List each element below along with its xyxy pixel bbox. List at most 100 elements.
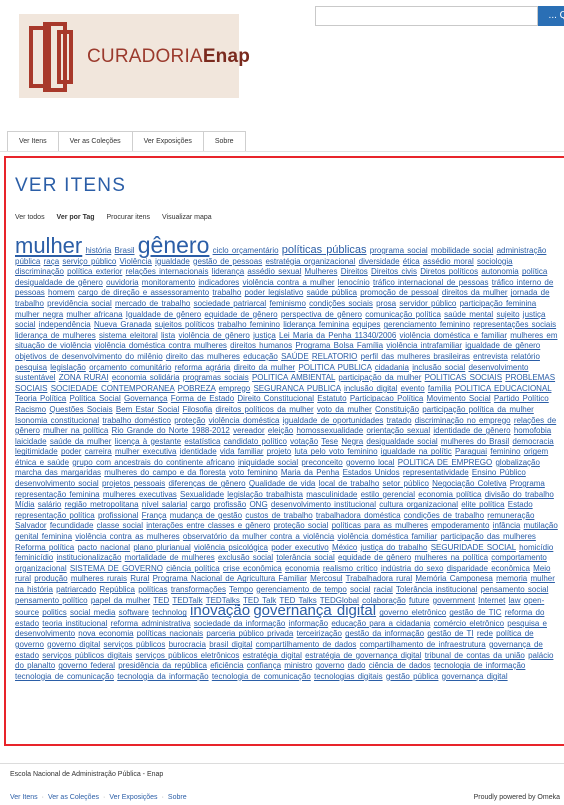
tag-link[interactable]: liderança (212, 267, 244, 276)
tag-link[interactable]: mulheres executivas (103, 490, 177, 499)
tag-link[interactable]: Estatuto (317, 394, 346, 403)
tag-link[interactable]: POLITICA PUBLICA (298, 363, 371, 372)
tag-link[interactable]: elite política (461, 500, 504, 509)
tag-link[interactable]: POLITICAS SOCIAIS (425, 373, 502, 382)
tag-link[interactable]: direitos políticos da mulher (215, 405, 313, 414)
tag-link[interactable]: remuneração (487, 511, 534, 520)
tag-link[interactable]: Racismo (15, 405, 46, 414)
tag-link[interactable]: SAÚDE (281, 352, 309, 361)
tag-link[interactable]: objetivos de desenvolvimento do milênio (15, 352, 163, 361)
tag-link[interactable]: grupo com ancestrais do continente afric… (72, 458, 234, 467)
tag-link[interactable]: masculinidade (306, 490, 357, 499)
tag-link[interactable]: proteção social (274, 521, 329, 530)
tag-link[interactable]: feminino (490, 447, 520, 456)
tag-link[interactable]: mulheres rurais (71, 574, 127, 583)
tag-link[interactable]: violência contra a mulher (243, 278, 335, 287)
tag-link[interactable]: Participacao Política (350, 394, 423, 403)
tag-link[interactable]: violência doméstica (209, 416, 280, 425)
tag-link[interactable]: future (409, 596, 429, 605)
tag-link[interactable]: Rural (130, 574, 149, 583)
tag-link[interactable]: nível salarial (142, 500, 187, 509)
tag-link[interactable]: diferenças de gênero (168, 479, 245, 488)
tag-link[interactable]: ciência política (166, 564, 219, 573)
tag-link[interactable]: legislação trabalhista (227, 490, 303, 499)
tag-link[interactable]: tecnologia de comunicação (212, 672, 311, 681)
tag-link[interactable]: saúde pública (307, 288, 357, 297)
tag-link[interactable]: participação política da mulher (422, 405, 534, 414)
tag-link[interactable]: Programa Nacional de Agricultura Familia… (153, 574, 307, 583)
tag-link[interactable]: disparidade econômica (447, 564, 530, 573)
tag-link-large[interactable]: gênero (138, 232, 210, 258)
tag-link[interactable]: homem (48, 288, 75, 297)
tag-link[interactable]: autonomia (481, 267, 518, 276)
tag-link[interactable]: confiança (247, 661, 281, 670)
tag-link[interactable]: ciência de dados (369, 661, 431, 670)
tag-link[interactable]: papel da mulher (91, 596, 150, 605)
tag-link[interactable]: homossexualidade (296, 426, 363, 435)
tag-link[interactable]: memoria (496, 574, 527, 583)
tag-link[interactable]: liderança de mulheres (15, 331, 96, 340)
tag-link[interactable]: família (428, 384, 452, 393)
tag-link[interactable]: violência contra as mulheres (75, 532, 179, 541)
tag-link[interactable]: lenocínio (338, 278, 370, 287)
tag-link[interactable]: Memória Camponesa (415, 574, 492, 583)
tag-link[interactable]: Bem Estar Social (116, 405, 179, 414)
tag-link[interactable]: representação feminina (15, 490, 100, 499)
tag-link[interactable]: governança digital (442, 672, 508, 681)
tag-link[interactable]: estratégia de governança digital (305, 651, 421, 660)
tag-link[interactable]: igualdade na polític (381, 447, 452, 456)
tag-link[interactable]: trabalho (212, 288, 241, 297)
tag-link[interactable]: law (509, 596, 521, 605)
tag-link[interactable]: politics (42, 608, 66, 617)
tag-link[interactable]: estratégia digital (243, 651, 302, 660)
tag-link[interactable]: profissional (98, 511, 138, 520)
search-input[interactable] (315, 6, 538, 26)
tag-link[interactable]: condições sociais (309, 299, 373, 308)
tag-link[interactable]: mulher na política (43, 426, 108, 435)
tag-link[interactable]: governo federal (58, 661, 115, 670)
tag-link[interactable]: violência doméstica e familiar (400, 331, 508, 340)
tag-link[interactable]: classe social (97, 521, 143, 530)
tag-link[interactable]: Constituição (375, 405, 419, 414)
tag-link[interactable]: tecnologia da informação (117, 672, 208, 681)
tag-link[interactable]: projeto (267, 447, 291, 456)
tag-link-medium[interactable]: governança digital (253, 602, 376, 619)
tag-link[interactable]: mulher negra (15, 310, 63, 319)
tag-link[interactable]: setor público (383, 479, 429, 488)
tag-link[interactable]: relatório (511, 352, 540, 361)
tag-link[interactable]: POLITICA DE EMPREGO (398, 458, 492, 467)
tag-link[interactable]: serviço público (62, 257, 116, 266)
tag-link[interactable]: governo digital (47, 640, 100, 649)
tag-link[interactable]: inclusão social (412, 363, 465, 372)
tag-link[interactable]: identidade de gênero (433, 426, 510, 435)
tag-link[interactable]: Tese (321, 437, 338, 446)
tag-link[interactable]: pacto nacional (77, 543, 130, 552)
tag-link[interactable]: violência doméstica familiar (337, 532, 437, 541)
nav-ver-itens[interactable]: Ver Itens (8, 132, 59, 152)
tag-link[interactable]: indústria do sexo (381, 564, 443, 573)
tag-link[interactable]: social (350, 585, 370, 594)
tag-link[interactable]: voto da mulher (317, 405, 372, 414)
tag-link[interactable]: entrevista (473, 352, 508, 361)
tag-link[interactable]: orçamento comunitário (89, 363, 171, 372)
subnav-visualizar-mapa[interactable]: Visualizar mapa (162, 214, 212, 221)
tag-link[interactable]: Teoria Política (15, 394, 66, 403)
tag-link[interactable]: burocracia (169, 640, 206, 649)
tag-link[interactable]: mortalidade de mulheres (125, 553, 215, 562)
tag-link[interactable]: perspectiva de gênero (281, 310, 362, 319)
tag-link[interactable]: França (142, 511, 167, 520)
tag-link[interactable]: economia solidária (112, 373, 180, 382)
tag-link[interactable]: ética (403, 257, 420, 266)
tag-link[interactable]: Direitos (341, 267, 368, 276)
tag-link[interactable]: desigualdade de gênero (15, 278, 103, 287)
tag-link[interactable]: Questões Sociais (49, 405, 112, 414)
tag-link[interactable]: Movimento Social (427, 394, 491, 403)
tag-link[interactable]: technolog (152, 608, 187, 617)
tag-link[interactable]: lista (161, 331, 175, 340)
tag-link[interactable]: brasil digital (209, 640, 252, 649)
subnav-procurar-itens[interactable]: Procurar itens (106, 214, 150, 221)
tag-link[interactable]: projetos pessoais (102, 479, 165, 488)
tag-link[interactable]: igualdade (155, 257, 190, 266)
tag-link[interactable]: Governança (124, 394, 168, 403)
tag-link[interactable]: government (433, 596, 475, 605)
